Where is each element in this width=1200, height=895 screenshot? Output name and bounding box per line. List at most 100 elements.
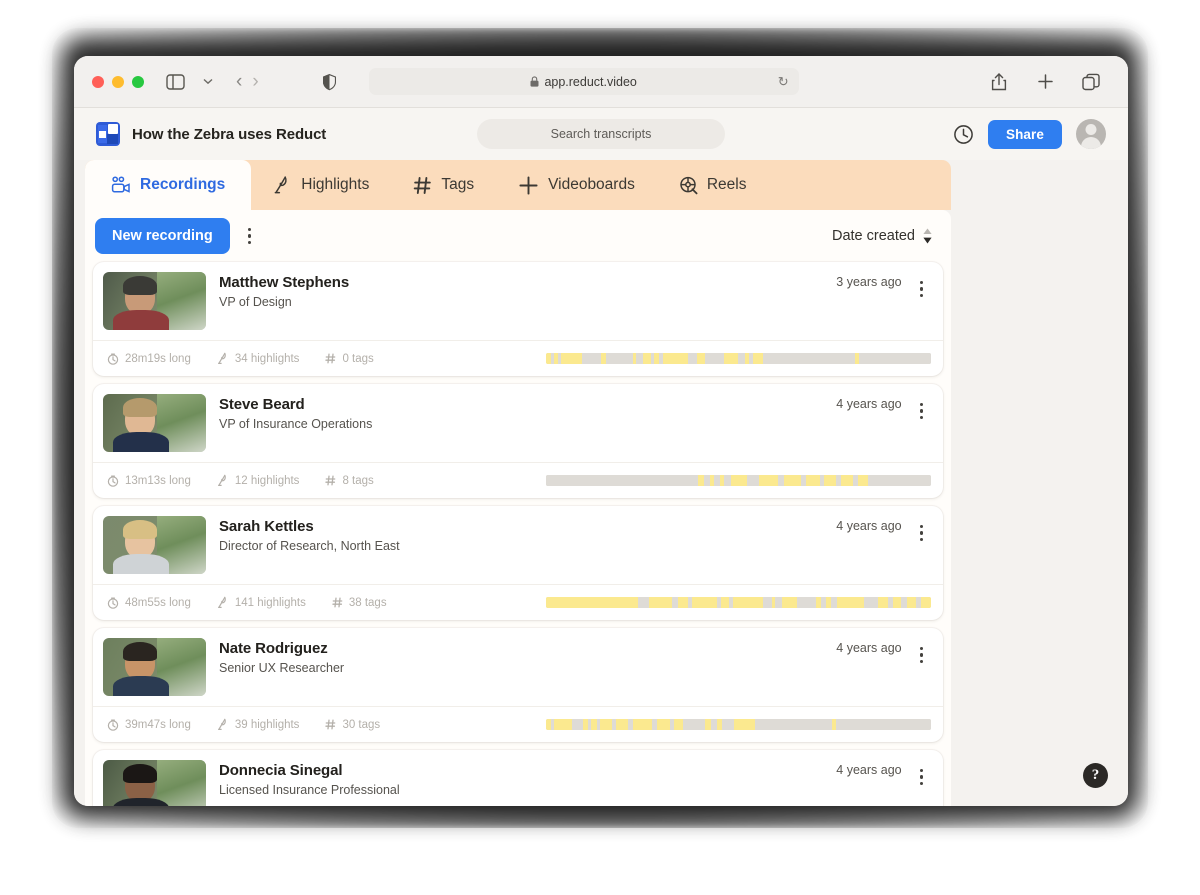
timeline-segment	[724, 353, 738, 364]
recording-card[interactable]: Donnecia Sinegal Licensed Insurance Prof…	[93, 750, 943, 806]
recording-name: Matthew Stephens	[219, 274, 350, 291]
timeline-segment	[677, 597, 688, 608]
kebab-menu-icon[interactable]	[912, 275, 931, 303]
sidebar-icon[interactable]	[162, 69, 188, 95]
highlight-timeline[interactable]	[546, 353, 931, 364]
tags-text: 8 tags	[342, 474, 374, 487]
avatar[interactable]	[1076, 119, 1106, 149]
help-button[interactable]: ?	[1083, 763, 1108, 788]
recording-stats: 39m47s long 39 highlights 30 tags	[93, 706, 943, 742]
tab-label: Recordings	[140, 176, 226, 193]
tab-label: Tags	[441, 176, 475, 193]
duration-stat: 13m13s long	[107, 475, 191, 487]
clock-icon[interactable]	[953, 124, 974, 145]
tab-recordings[interactable]: Recordings	[85, 160, 252, 210]
timeline-segment	[722, 719, 734, 730]
search-transcripts-input[interactable]: Search transcripts	[477, 119, 725, 149]
copy-tabs-icon[interactable]	[1078, 69, 1104, 95]
recording-thumbnail[interactable]	[103, 394, 206, 452]
tags-text: 30 tags	[342, 718, 381, 731]
recording-thumbnail[interactable]	[103, 272, 206, 330]
forward-button[interactable]: ›	[252, 72, 258, 91]
tab-videoboards[interactable]: Videoboards	[496, 160, 657, 210]
timeline-segment	[893, 597, 902, 608]
recordings-panel: New recording Date created Matthew Steph…	[85, 210, 951, 806]
tab-label: Reels	[706, 176, 747, 193]
timeline-segment	[687, 353, 697, 364]
sort-control[interactable]: Date created	[832, 228, 933, 244]
timeline-segment	[762, 353, 855, 364]
tab-label: Highlights	[301, 176, 370, 193]
timeline-segment	[632, 719, 652, 730]
minimize-window-button[interactable]	[112, 75, 124, 88]
recording-meta: Matthew Stephens VP of Design	[219, 272, 823, 309]
hash-icon	[332, 597, 343, 608]
hash-icon	[413, 176, 432, 195]
recording-name: Donnecia Sinegal	[219, 762, 343, 779]
timeline-segment	[864, 597, 879, 608]
timeline-segment	[546, 475, 699, 486]
plus-icon[interactable]	[1032, 69, 1058, 95]
timeline-segment	[841, 475, 854, 486]
recording-name: Sarah Kettles	[219, 518, 314, 535]
recording-meta: Donnecia Sinegal Licensed Insurance Prof…	[219, 760, 823, 797]
recording-card[interactable]: Nate Rodriguez Senior UX Researcher 4 ye…	[93, 628, 943, 742]
tab-reels[interactable]: Reels	[657, 160, 769, 210]
reload-icon[interactable]: ↻	[778, 74, 789, 90]
chevron-down-icon[interactable]	[200, 69, 216, 95]
timeline-segment	[605, 353, 633, 364]
browser-chrome: ‹ › app.reduct.video ↻	[74, 56, 1128, 108]
recording-stats: 13m13s long 12 highlights 8 tags	[93, 462, 943, 498]
tab-tags[interactable]: Tags	[391, 160, 496, 210]
share-icon[interactable]	[986, 69, 1012, 95]
recording-thumbnail[interactable]	[103, 760, 206, 806]
recording-card[interactable]: Sarah Kettles Director of Research, Nort…	[93, 506, 943, 620]
close-window-button[interactable]	[92, 75, 104, 88]
timeline-segment	[758, 475, 778, 486]
clock-icon	[107, 719, 119, 731]
recording-age: 3 years ago	[836, 275, 902, 289]
tags-stat: 30 tags	[325, 719, 380, 731]
recording-thumbnail[interactable]	[103, 516, 206, 574]
timeline-segment	[837, 597, 865, 608]
kebab-menu-icon[interactable]	[912, 519, 931, 547]
new-recording-button[interactable]: New recording	[95, 218, 230, 254]
highlights-stat: 12 highlights	[217, 474, 300, 487]
highlights-text: 39 highlights	[234, 718, 300, 731]
kebab-menu-icon[interactable]	[912, 763, 931, 791]
timeline-segment	[600, 719, 612, 730]
recording-card[interactable]: Matthew Stephens VP of Design 3 years ag…	[93, 262, 943, 376]
maximize-window-button[interactable]	[132, 75, 144, 88]
timeline-segment	[737, 353, 746, 364]
timeline-segment	[755, 719, 833, 730]
duration-text: 39m47s long	[125, 718, 191, 731]
hash-icon	[325, 353, 336, 364]
highlights-text: 12 highlights	[234, 474, 300, 487]
duration-text: 13m13s long	[125, 474, 191, 487]
nav-arrows[interactable]: ‹ ›	[236, 72, 259, 91]
recording-meta: Steve Beard VP of Insurance Operations	[219, 394, 823, 431]
tags-stat: 8 tags	[325, 474, 374, 487]
hash-icon	[325, 475, 336, 486]
tab-highlights[interactable]: Highlights	[251, 160, 391, 210]
recording-card[interactable]: Steve Beard VP of Insurance Operations 4…	[93, 384, 943, 498]
highlight-timeline[interactable]	[546, 597, 931, 608]
back-button[interactable]: ‹	[236, 72, 242, 91]
recording-summary: Matthew Stephens VP of Design 3 years ag…	[93, 262, 943, 340]
url-bar[interactable]: app.reduct.video ↻	[368, 68, 799, 95]
url-text: app.reduct.video	[544, 74, 637, 89]
timeline-segment	[683, 719, 705, 730]
reduct-logo-icon[interactable]	[96, 122, 120, 146]
timeline-segment	[546, 597, 638, 608]
shield-icon[interactable]	[317, 69, 343, 95]
traffic-lights[interactable]	[92, 75, 144, 88]
kebab-menu-icon[interactable]	[912, 397, 931, 425]
kebab-menu-icon[interactable]	[240, 222, 259, 250]
highlight-timeline[interactable]	[546, 475, 931, 486]
highlight-timeline[interactable]	[546, 719, 931, 730]
timeline-segment	[796, 597, 817, 608]
kebab-menu-icon[interactable]	[912, 641, 931, 669]
recording-thumbnail[interactable]	[103, 638, 206, 696]
share-button[interactable]: Share	[987, 119, 1062, 149]
timeline-segment	[752, 353, 763, 364]
